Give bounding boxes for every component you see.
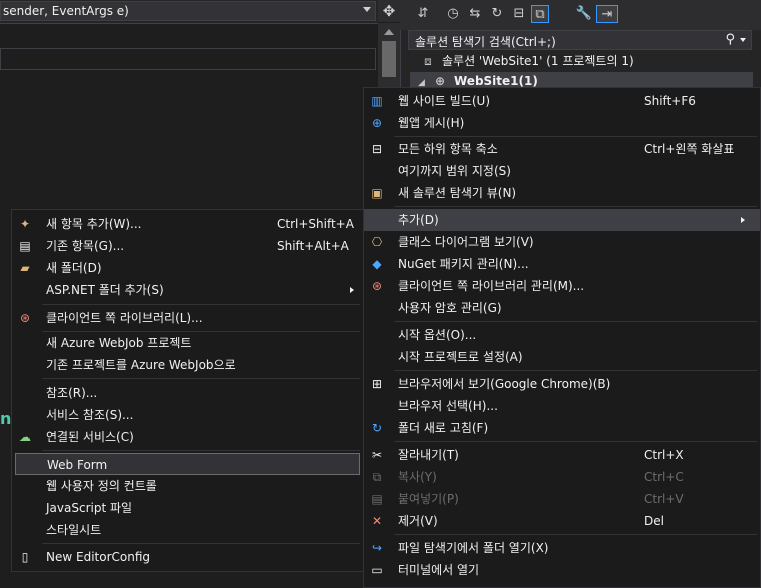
paste-icon: ▤ — [371, 492, 383, 506]
menu-item-client-libraries[interactable]: ⊛ 클라이언트 쪽 라이브러리 관리(M)... — [364, 275, 760, 297]
chevron-down-icon[interactable] — [363, 7, 371, 12]
menu-item-web-user-control[interactable]: 웹 사용자 정의 컨트롤 — [12, 475, 363, 497]
solution-explorer-search[interactable]: 솔루션 탐색기 검색(Ctrl+;) ⚲ — [408, 30, 752, 50]
menu-item-browse-with[interactable]: 브라우저 선택(H)... — [364, 395, 760, 417]
menu-item-connected-service[interactable]: ☁ 연결된 서비스(C) — [12, 426, 363, 448]
copy-icon: ⧉ — [372, 470, 382, 484]
method-dropdown-value: sender, EventArgs e) — [3, 4, 129, 18]
editor-input-row[interactable] — [0, 48, 376, 70]
menu-item-existing-as-webjob[interactable]: 기존 프로젝트를 Azure WebJob으로 — [12, 354, 363, 376]
menu-item-refresh-folder[interactable]: ↻ 폴더 새로 고침(F) — [364, 417, 760, 439]
menu-item-class-diagram[interactable]: ⎔ 클래스 다이어그램 보기(V) — [364, 231, 760, 253]
search-options-chevron-icon[interactable] — [740, 38, 746, 42]
preview-selected-items-icon[interactable]: ⇥ — [596, 5, 618, 23]
menu-item-view-in-browser[interactable]: ⊞ 브라우저에서 보기(Google Chrome)(B) — [364, 373, 760, 395]
menu-separator — [42, 450, 360, 451]
menu-item-nuget[interactable]: ◆ NuGet 패키지 관리(N)... — [364, 253, 760, 275]
existing-item-icon: ▤ — [19, 239, 31, 253]
menu-item-service-reference[interactable]: 서비스 참조(S)... — [12, 404, 363, 426]
menu-separator — [394, 370, 757, 371]
build-icon: ▥ — [371, 94, 383, 108]
search-icon[interactable]: ⚲ — [725, 32, 735, 47]
menu-separator — [42, 543, 360, 544]
connected-service-icon: ☁ — [19, 430, 31, 444]
library-icon: ⊛ — [19, 311, 31, 325]
menu-item-remove[interactable]: ✕ 제거(V) Del — [364, 510, 760, 532]
pending-changes-icon[interactable]: ⇆ — [466, 5, 484, 23]
menu-separator — [394, 441, 757, 442]
remove-icon: ✕ — [371, 514, 383, 528]
menu-item-new-item[interactable]: ✦ 새 항목 추가(W)... Ctrl+Shift+A — [12, 213, 363, 235]
menu-item-web-form[interactable]: Web Form — [15, 453, 360, 475]
library-icon: ⊛ — [371, 279, 383, 293]
menu-item-publish-webapp[interactable]: ⊕ 웹앱 게시(H) — [364, 112, 760, 134]
menu-item-reference[interactable]: 참조(R)... — [12, 382, 363, 404]
menu-separator — [394, 206, 757, 207]
properties-wrench-icon[interactable]: 🔧 — [575, 5, 593, 23]
menu-item-copy[interactable]: ⧉ 복사(Y) Ctrl+C — [364, 466, 760, 488]
split-editor-icon[interactable]: ✥ — [378, 0, 400, 22]
menu-item-scope-to-this[interactable]: 여기까지 범위 지정(S) — [364, 160, 760, 182]
submenu-arrow-icon — [741, 217, 745, 223]
menu-item-aspnet-folder[interactable]: ASP.NET 폴더 추가(S) — [12, 279, 363, 301]
project-context-menu: ▥ 웹 사이트 빌드(U) Shift+F6 ⊕ 웹앱 게시(H) ⊟ 모든 하… — [363, 87, 761, 588]
show-all-files-icon[interactable]: ⧉ — [531, 5, 549, 23]
browser-icon: ⊞ — [371, 377, 383, 391]
collapse-icon: ⊟ — [371, 142, 383, 156]
menu-separator — [394, 534, 757, 535]
new-view-icon: ▣ — [371, 186, 383, 200]
method-dropdown[interactable]: sender, EventArgs e) — [0, 1, 376, 21]
menu-item-javascript-file[interactable]: JavaScript 파일 — [12, 497, 363, 519]
menu-item-user-secrets[interactable]: 사용자 암호 관리(G) — [364, 297, 760, 319]
scrollbar-thumb[interactable] — [382, 41, 396, 77]
scroll-up-icon[interactable] — [384, 29, 394, 35]
terminal-icon: ▭ — [371, 563, 383, 577]
solution-explorer-toolbar: ⇵ ◷ ⇆ ↻ ⊟ ⧉ 🔧 ⇥ — [400, 0, 761, 30]
menu-separator — [394, 321, 757, 322]
menu-item-new-folder[interactable]: ▰ 새 폴더(D) — [12, 257, 363, 279]
submenu-arrow-icon — [350, 287, 354, 293]
project-label: WebSite1(1) — [454, 74, 538, 88]
code-fragment: n — [0, 409, 12, 428]
menu-item-new-editorconfig[interactable]: ▯ New EditorConfig — [12, 546, 363, 568]
menu-item-build-website[interactable]: ▥ 웹 사이트 빌드(U) Shift+F6 — [364, 90, 760, 112]
refresh-icon[interactable]: ↻ — [488, 5, 506, 23]
collapse-all-icon[interactable]: ⊟ — [510, 5, 528, 23]
menu-item-client-library[interactable]: ⊛ 클라이언트 쪽 라이브러리(L)... — [12, 307, 363, 329]
menu-separator — [42, 304, 360, 305]
solution-icon: ⧈ — [424, 54, 432, 68]
menu-item-existing-item[interactable]: ▤ 기존 항목(G)... Shift+Alt+A — [12, 235, 363, 257]
class-diagram-icon: ⎔ — [371, 235, 383, 249]
new-folder-icon: ▰ — [20, 261, 30, 275]
add-submenu: ✦ 새 항목 추가(W)... Ctrl+Shift+A ▤ 기존 항목(G).… — [11, 209, 364, 572]
menu-item-collapse-all[interactable]: ⊟ 모든 하위 항목 축소 Ctrl+왼쪽 화살표 — [364, 138, 760, 160]
menu-item-start-options[interactable]: 시작 옵션(O)... — [364, 324, 760, 346]
menu-item-add[interactable]: 추가(D) — [364, 209, 760, 231]
editorconfig-icon: ▯ — [21, 550, 29, 564]
menu-item-paste[interactable]: ▤ 붙여넣기(P) Ctrl+V — [364, 488, 760, 510]
new-item-icon: ✦ — [19, 217, 31, 231]
tree-item-solution[interactable]: ⧈ 솔루션 'WebSite1' (1 프로젝트의 1) — [420, 52, 634, 70]
menu-item-new-explorer-view[interactable]: ▣ 새 솔루션 탐색기 뷰(N) — [364, 182, 760, 204]
menu-item-cut[interactable]: ✂ 잘라내기(T) Ctrl+X — [364, 444, 760, 466]
menu-item-open-in-terminal[interactable]: ▭ 터미널에서 열기 — [364, 559, 760, 581]
publish-globe-icon: ⊕ — [371, 116, 383, 130]
cut-icon: ✂ — [371, 448, 383, 462]
menu-item-set-startup[interactable]: 시작 프로젝트로 설정(A) — [364, 346, 760, 368]
search-placeholder: 솔루션 탐색기 검색(Ctrl+;) — [415, 35, 556, 49]
menu-separator — [42, 378, 360, 379]
open-folder-icon: ↪ — [371, 541, 383, 555]
history-icon[interactable]: ◷ — [444, 5, 462, 23]
menu-item-new-azure-webjob[interactable]: 새 Azure WebJob 프로젝트 — [12, 332, 363, 354]
menu-separator — [394, 136, 757, 137]
sync-document-icon[interactable]: ⇵ — [414, 5, 432, 23]
menu-item-open-in-file-explorer[interactable]: ↪ 파일 탐색기에서 폴더 열기(X) — [364, 537, 760, 559]
nuget-icon: ◆ — [372, 257, 382, 271]
menu-item-stylesheet[interactable]: 스타일시트 — [12, 519, 363, 541]
refresh-icon: ↻ — [371, 421, 383, 435]
solution-label: 솔루션 'WebSite1' (1 프로젝트의 1) — [442, 54, 634, 68]
